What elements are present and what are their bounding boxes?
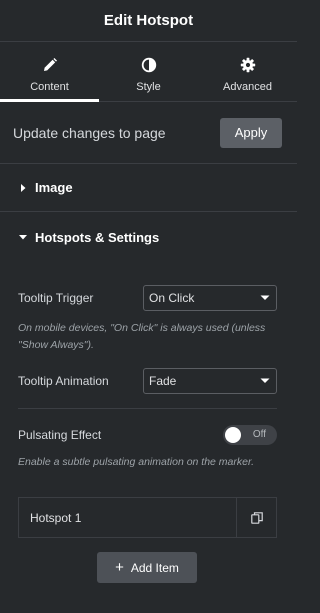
tooltip-trigger-label: Tooltip Trigger [18,291,94,305]
section-image-label: Image [35,180,73,195]
add-item-label: Add Item [130,560,179,575]
half-circle-icon [141,57,156,73]
tooltip-animation-control: Tooltip Animation Fade [18,368,277,394]
section-image-toggle[interactable]: Image [0,164,297,212]
tab-advanced-label: Advanced [223,81,272,93]
tooltip-animation-value: Fade [149,374,177,388]
gear-icon [240,57,255,73]
plus-icon: + [115,559,124,576]
panel-header: Edit Hotspot [0,0,297,42]
divider [18,408,277,409]
update-bar: Update changes to page Apply [0,102,297,164]
apply-button[interactable]: Apply [220,117,282,148]
duplicate-button[interactable] [236,498,276,537]
pulsating-effect-help: Enable a subtle pulsating animation on t… [18,456,255,468]
chevron-down-icon [260,378,270,383]
update-text: Update changes to page [13,124,166,141]
tab-content[interactable]: Content [0,42,99,102]
copy-icon [250,511,263,524]
pencil-icon [43,58,57,71]
section-hotspots-label: Hotspots & Settings [35,229,160,245]
section-hotspots-toggle[interactable]: Hotspots & Settings [0,213,297,261]
tab-bar: Content Style Advanced [0,42,297,102]
caret-down-icon [19,235,27,240]
add-item-button[interactable]: + Add Item [97,552,197,583]
toggle-state-text: Off [252,429,266,440]
tooltip-animation-select[interactable]: Fade [143,368,277,394]
repeater-item: Hotspot 1 [18,497,277,538]
tab-style-label: Style [136,81,161,93]
tab-content-label: Content [30,81,69,93]
chevron-down-icon [260,295,270,300]
repeater-item-title[interactable]: Hotspot 1 [19,498,236,537]
pulsating-effect-control: Pulsating Effect Off [18,422,277,448]
tooltip-trigger-value: On Click [149,291,195,305]
tooltip-trigger-help: On mobile devices, "On Click" is always … [18,322,266,351]
caret-right-icon [21,183,26,192]
tooltip-animation-label: Tooltip Animation [18,374,109,388]
pulsating-effect-label: Pulsating Effect [18,428,102,442]
tooltip-trigger-select[interactable]: On Click [143,285,277,311]
tooltip-trigger-control: Tooltip Trigger On Click [18,285,277,311]
tab-style[interactable]: Style [99,42,198,101]
pulsating-toggle[interactable]: Off [223,425,277,445]
tab-advanced[interactable]: Advanced [198,42,297,101]
panel-title: Edit Hotspot [103,12,194,29]
toggle-knob [225,427,241,443]
